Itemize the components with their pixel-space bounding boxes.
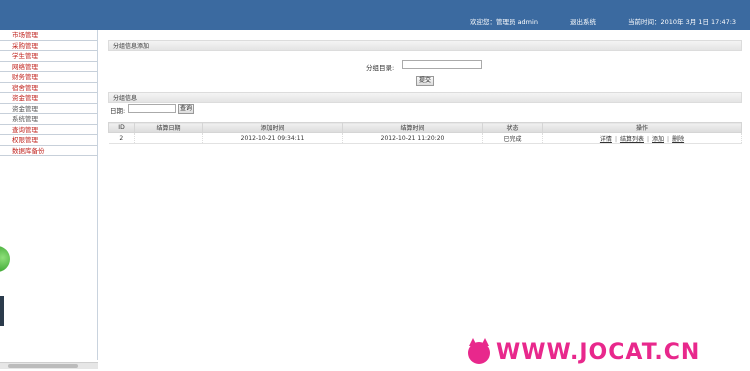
sidebar-item-student[interactable]: 学生管理 — [0, 51, 97, 62]
cell-status: 已完成 — [482, 132, 543, 144]
search-row: 日期: 查询 — [108, 103, 742, 115]
col-id: ID — [108, 122, 135, 133]
col-settle-time: 结算时间 — [342, 122, 483, 133]
submit-button[interactable]: 提交 — [416, 76, 434, 86]
cell-settle-date — [134, 132, 203, 144]
sidebar-item-db-backup[interactable]: 数据库备份 — [0, 146, 97, 156]
list-panel-title: 分组信息 — [108, 92, 742, 103]
horizontal-scrollbar[interactable] — [0, 362, 98, 369]
scrollbar-thumb[interactable] — [8, 364, 78, 368]
sidebar-item-query[interactable]: 查询管理 — [0, 125, 97, 135]
sidebar-item-funds-sub[interactable]: 资金管理 — [0, 104, 97, 114]
sidebar-item-system[interactable]: 系统管理 — [0, 114, 97, 125]
user-info: 欢迎您：管理员 admin — [470, 18, 538, 26]
date-search-input[interactable] — [128, 104, 176, 113]
sidebar-item-funds[interactable]: 资金管理 — [0, 93, 97, 104]
date-label: 日期: — [110, 107, 126, 115]
sidebar-item-market[interactable]: 市场管理 — [0, 30, 97, 41]
sidebar-item-dorm[interactable]: 宿舍管理 — [0, 83, 97, 93]
separator: | — [614, 135, 617, 143]
watermark-text: WWW.JOCAT.CN — [496, 340, 701, 365]
query-button[interactable]: 查询 — [178, 104, 194, 114]
table-row: 2 2012-10-21 09:34:11 2012-10-21 11:20:2… — [108, 132, 742, 144]
detail-link[interactable]: 详情 — [600, 136, 612, 143]
logout-link[interactable]: 退出系统 — [570, 16, 596, 26]
add-link[interactable]: 添加 — [652, 136, 664, 143]
settle-list-link[interactable]: 结算列表 — [620, 136, 644, 143]
col-status: 状态 — [482, 122, 543, 133]
group-table: ID 结算日期 添加时间 结算时间 状态 操作 2 2012-10-21 09:… — [108, 122, 742, 144]
col-actions: 操作 — [542, 122, 742, 133]
watermark: WWW.JOCAT.CN — [468, 337, 701, 365]
cat-logo-icon — [468, 337, 490, 364]
sidebar-item-network[interactable]: 网络管理 — [0, 62, 97, 72]
current-datetime: 当前时间：2010年 3月 1日 17:47:3 — [628, 18, 737, 26]
cell-id: 2 — [108, 132, 135, 144]
cell-settle-time: 2012-10-21 11:20:20 — [342, 132, 483, 144]
separator: | — [667, 135, 670, 143]
sidebar-menu: 市场管理 采购管理 学生管理 网络管理 财务管理 宿舍管理 资金管理 资金管理 … — [0, 30, 98, 360]
header-bar: 欢迎您：管理员 admin 退出系统 当前时间：2010年 3月 1日 17:4… — [0, 0, 750, 30]
cell-add-time: 2012-10-21 09:34:11 — [202, 132, 343, 144]
floating-side-bar[interactable] — [0, 296, 4, 326]
add-form-row: 分组目录: — [108, 60, 742, 73]
sidebar-item-permission[interactable]: 权限管理 — [0, 135, 97, 146]
sidebar-item-finance[interactable]: 财务管理 — [0, 72, 97, 83]
delete-link[interactable]: 删除 — [672, 136, 684, 143]
col-add-time: 添加时间 — [202, 122, 343, 133]
group-dir-input[interactable] — [402, 60, 482, 69]
sidebar-item-purchase[interactable]: 采购管理 — [0, 41, 97, 51]
col-settle-date: 结算日期 — [134, 122, 203, 133]
cell-actions: 详情 | 结算列表 | 添加 | 删除 — [542, 132, 742, 144]
add-panel-title: 分组信息添加 — [108, 40, 742, 51]
table-header-row: ID 结算日期 添加时间 结算时间 状态 操作 — [108, 122, 742, 133]
separator: | — [646, 135, 650, 143]
main-content: 分组信息添加 分组目录: 提交 分组信息 日期: 查询 ID 结算日期 添加时间… — [108, 40, 742, 144]
group-dir-label: 分组目录: — [366, 64, 395, 72]
